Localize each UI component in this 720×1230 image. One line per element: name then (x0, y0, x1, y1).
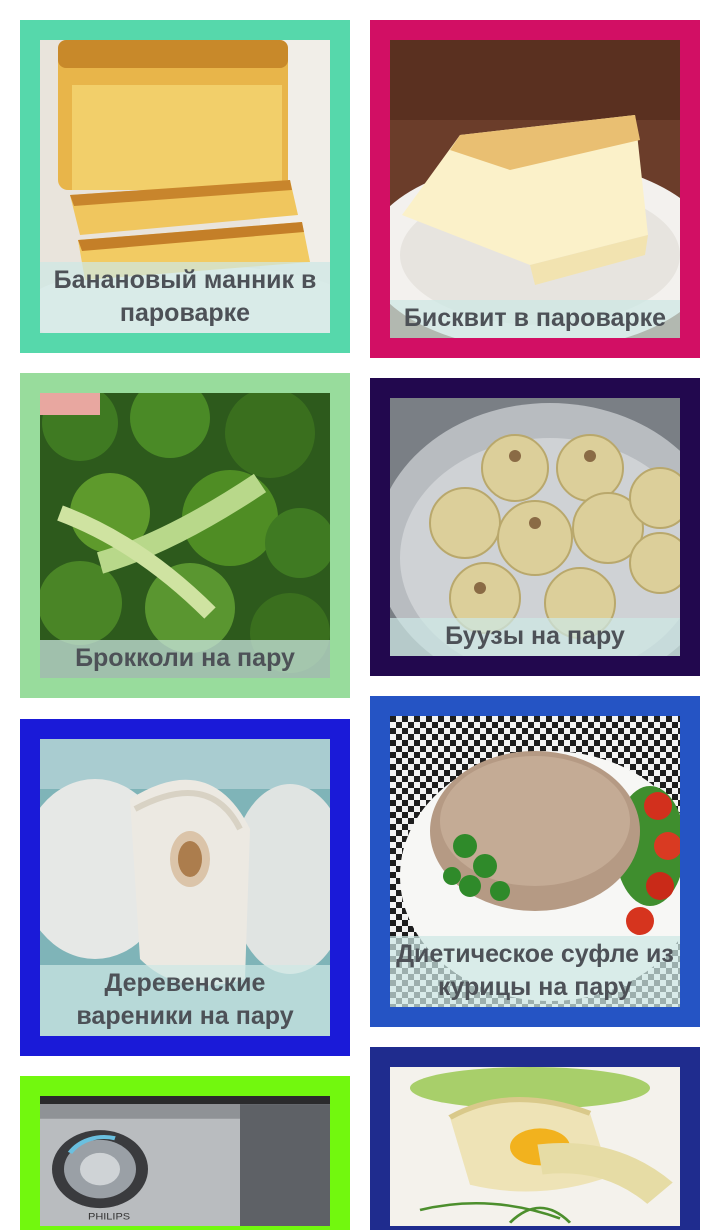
recipe-card-buuzy[interactable]: Буузы на пару (370, 378, 700, 676)
recipe-card-cabbage-rolls[interactable] (370, 1047, 700, 1230)
recipe-card-vareniki[interactable]: Деревенские вареники на пару (20, 719, 350, 1056)
recipe-title: Диетическое суфле из курицы на пару (390, 936, 680, 1007)
svg-text:PHILIPS: PHILIPS (88, 1212, 131, 1222)
recipe-title: Банановый манник в пароварке (40, 262, 330, 333)
recipe-card-banana-manna[interactable]: Банановый манник в пароварке (20, 20, 350, 353)
recipe-photo-banana-manna: Банановый манник в пароварке (40, 40, 330, 333)
recipe-card-sponge-cake[interactable]: Бисквит в пароварке (370, 20, 700, 358)
recipe-title: Деревенские вареники на пару (40, 965, 330, 1036)
recipe-card-chicken-souffle[interactable]: Диетическое суфле из курицы на пару (370, 696, 700, 1027)
recipe-grid: Банановый манник в пароварке Бисквит в п… (0, 0, 720, 1230)
recipe-photo-cabbage-rolls (390, 1067, 680, 1226)
recipe-card-philips-steamer[interactable]: PHILIPS (20, 1076, 350, 1230)
recipe-photo-broccoli: Брокколи на пару (40, 393, 330, 678)
recipe-card-broccoli[interactable]: Брокколи на пару (20, 373, 350, 698)
recipe-title: Брокколи на пару (40, 640, 330, 678)
recipe-title: Бисквит в пароварке (390, 300, 680, 338)
recipe-photo-vareniki: Деревенские вареники на пару (40, 739, 330, 1036)
recipe-photo-buuzy: Буузы на пару (390, 398, 680, 656)
recipe-title: Буузы на пару (390, 618, 680, 656)
recipe-photo-chicken-souffle: Диетическое суфле из курицы на пару (390, 716, 680, 1007)
recipe-photo-philips-steamer: PHILIPS (40, 1096, 330, 1226)
recipe-photo-sponge-cake: Бисквит в пароварке (390, 40, 680, 338)
